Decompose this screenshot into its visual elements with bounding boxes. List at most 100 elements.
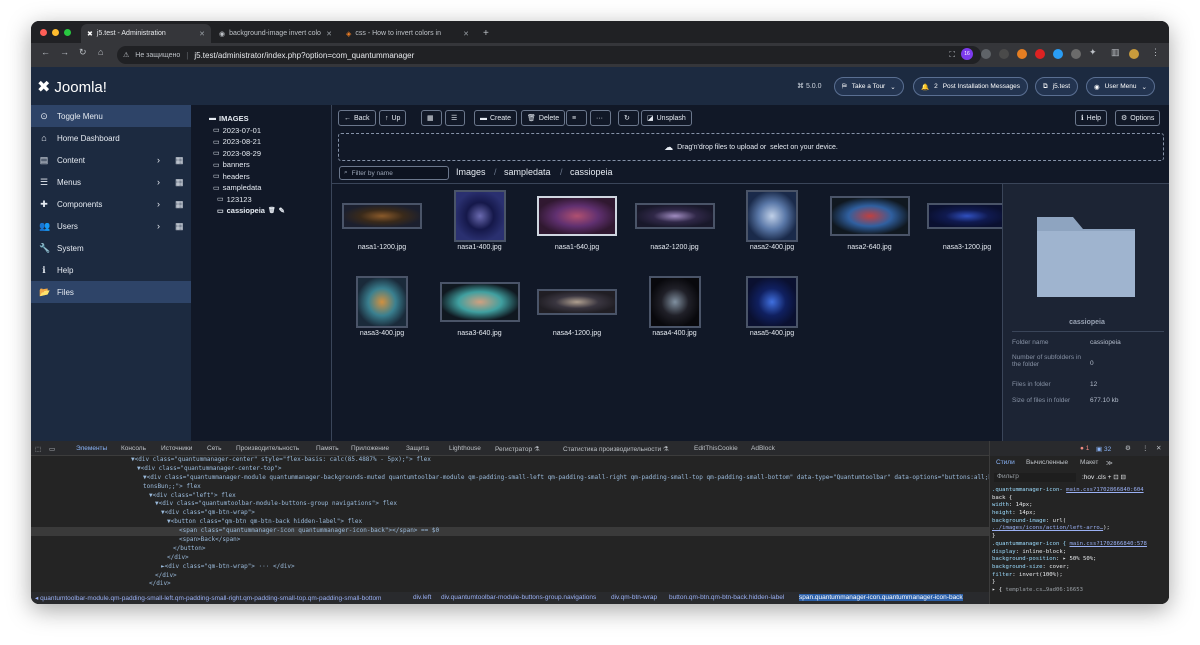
devtools-tab[interactable]: Регистратор ⚗ <box>495 445 540 453</box>
file-thumbnail[interactable]: nasa3-640.jpg <box>432 276 528 356</box>
inspect-icon[interactable]: ⬚ <box>35 445 41 453</box>
dom-crumb[interactable]: div.qm-btn-wrap <box>611 594 657 601</box>
adblock-icon[interactable] <box>1035 49 1045 59</box>
browser-tab-1[interactable]: ◉ background-image invert colo ✕ <box>213 24 338 43</box>
chevron-right-icon[interactable]: › <box>157 155 160 165</box>
profile-avatar[interactable] <box>1129 49 1139 59</box>
code-line[interactable]: ▼<div class="quantummanager-center-top"> <box>31 465 989 474</box>
devtools-tab[interactable]: Статистика производительности ⚗ <box>563 445 669 453</box>
tab-computed[interactable]: Вычисленные <box>1026 459 1068 466</box>
dashboard-grid-icon[interactable]: ▦ <box>175 155 184 166</box>
up-button[interactable]: ↑ Up <box>379 110 407 126</box>
security-label[interactable]: Не защищено <box>135 52 180 59</box>
refresh-button[interactable]: ↻ <box>618 110 639 126</box>
kebab-menu-icon[interactable]: ⋮ <box>1142 444 1149 452</box>
edit-pencil-icon[interactable]: ✎ <box>279 206 285 215</box>
tree-item[interactable]: ▭ headers <box>191 171 331 183</box>
close-tab-icon[interactable]: ✕ <box>463 30 469 38</box>
unsplash-button[interactable]: ◪ Unsplash <box>641 110 692 126</box>
tree-item[interactable]: ▭ 2023-08-21 <box>191 136 331 148</box>
code-line[interactable]: ▼<button class="qm-btn qm-btn-back hidde… <box>31 518 989 527</box>
delete-button[interactable]: 🗑 Delete <box>521 110 566 126</box>
file-thumbnail[interactable]: nasa2-1200.jpg <box>627 190 723 270</box>
list-view-button[interactable]: ☰ <box>445 110 465 126</box>
translate-icon[interactable]: ⛶ <box>949 50 955 60</box>
file-thumbnail[interactable]: nasa1-1200.jpg <box>334 190 430 270</box>
tree-item[interactable]: ▭ 2023-07-01 <box>191 125 331 137</box>
dom-crumb[interactable]: div.quantumtoolbar-module-buttons-group.… <box>441 594 596 601</box>
code-line[interactable]: </div> <box>31 580 989 589</box>
tree-item[interactable]: ▭ 123123 <box>191 194 331 206</box>
sidebar-item-menus[interactable]: ☰ Menus › ▦ <box>31 171 191 193</box>
back-nav-icon[interactable]: ← <box>41 47 50 57</box>
dom-crumb[interactable]: ◂ quantumtoolbar-module.qm-padding-small… <box>35 594 381 602</box>
close-window-button[interactable] <box>40 29 47 36</box>
devtools-tab[interactable]: AdBlock <box>751 445 775 452</box>
chevron-right-icon[interactable]: › <box>157 221 160 231</box>
code-line[interactable]: </button> <box>31 545 989 554</box>
url-bar[interactable]: ⚠ Не защищено | j5.test/administrator/in… <box>117 46 981 64</box>
devtools-tab[interactable]: Производительность <box>236 445 299 452</box>
grid-view-button[interactable]: ▦ <box>421 110 442 126</box>
device-toggle-icon[interactable]: ▭ <box>49 445 55 453</box>
error-icon[interactable]: ● 1 <box>1080 445 1089 452</box>
sidebar-item-users[interactable]: 👥 Users › ▦ <box>31 215 191 237</box>
new-tab-button[interactable]: + <box>477 24 495 43</box>
dom-crumb[interactable]: span.quantummanager-icon.quantummanager-… <box>799 594 963 601</box>
puzzle-icon[interactable]: ✦ <box>1089 47 1097 58</box>
warning-count-icon[interactable]: ▣ 32 <box>1096 445 1111 453</box>
devtools-tab[interactable]: Источники <box>161 445 192 452</box>
devtools-tab[interactable]: Сеть <box>207 445 221 452</box>
help-button[interactable]: ℹ Help <box>1075 110 1108 126</box>
devtools-tab[interactable]: Элементы <box>76 445 107 452</box>
code-line[interactable]: ▼<div class="qm-btn-wrap"> <box>31 509 989 518</box>
file-thumbnail[interactable]: nasa3-1200.jpg <box>919 190 1015 270</box>
elements-tree[interactable]: ▼<div class="quantummanager-center" styl… <box>31 456 989 592</box>
devtools-tab[interactable]: Защита <box>406 445 429 452</box>
code-line[interactable]: ▼<div class="quantummanager-module quant… <box>31 474 989 483</box>
filter-input[interactable]: ⌕ Filter by name <box>339 166 449 180</box>
sidebar-item-components[interactable]: ✚ Components › ▦ <box>31 193 191 215</box>
breadcrumb-images[interactable]: Images <box>456 167 486 177</box>
close-tab-icon[interactable]: ✕ <box>326 30 332 38</box>
upload-dropzone[interactable]: ☁ Drag'n'drop files to upload or select on… <box>338 133 1164 161</box>
trash-icon[interactable]: 🗑 <box>268 207 276 214</box>
code-line[interactable]: ►<div class="qm-btn-wrap"> ··· </div> <box>31 563 989 572</box>
browser-menu-icon[interactable]: ⋮ <box>1151 47 1160 58</box>
breadcrumb-sampledata[interactable]: sampledata <box>504 167 551 177</box>
sidebar-item-system[interactable]: 🔧 System <box>31 237 191 259</box>
user-menu-button[interactable]: ◉ User Menu ⌄ <box>1086 77 1155 96</box>
code-line[interactable]: tonsBun;;"> flex <box>31 483 989 492</box>
extension-icon[interactable] <box>1071 49 1081 59</box>
styles-tools[interactable]: :hov .cls + ⊡ ⊟ <box>1082 473 1126 481</box>
more-button[interactable]: ··· <box>590 110 611 126</box>
select-device-link[interactable]: select on your device. <box>770 144 838 151</box>
extension-badge-icon[interactable]: 16 <box>961 48 973 60</box>
reload-icon[interactable]: ↻ <box>79 47 87 58</box>
back-button[interactable]: ← Back <box>338 110 376 126</box>
chevron-right-icon[interactable]: › <box>157 199 160 209</box>
code-line[interactable]: <span>Back</span> <box>31 536 989 545</box>
minimize-window-button[interactable] <box>52 29 59 36</box>
extension-icon[interactable] <box>981 49 991 59</box>
devtools-tab[interactable]: Консоль <box>121 445 146 452</box>
code-line[interactable]: <span class="quantummanager-icon quantum… <box>31 527 989 537</box>
file-thumbnail[interactable]: nasa5-400.jpg <box>724 276 820 356</box>
home-icon[interactable]: ⌂ <box>98 47 103 57</box>
maximize-window-button[interactable] <box>64 29 71 36</box>
close-tab-icon[interactable]: ✕ <box>199 30 205 38</box>
tree-item[interactable]: ▭ 2023-08-29 <box>191 148 331 160</box>
breadcrumb-cassiopeia[interactable]: cassiopeia <box>570 167 613 177</box>
forward-nav-icon[interactable]: → <box>60 47 69 57</box>
tree-item[interactable]: ▭ banners <box>191 159 331 171</box>
close-devtools-icon[interactable]: ✕ <box>1156 444 1161 452</box>
joomla-logo[interactable]: ✖ Joomla! <box>37 77 107 97</box>
dom-crumb[interactable]: div.left <box>413 594 431 601</box>
file-thumbnail[interactable]: nasa1-640.jpg <box>529 190 625 270</box>
post-install-button[interactable]: 🔔 2 Post Installation Messages <box>913 77 1029 96</box>
sidebar-item-help[interactable]: ℹ Help <box>31 259 191 281</box>
sidepanel-icon[interactable]: ▥ <box>1111 47 1120 58</box>
file-thumbnail[interactable]: nasa2-400.jpg <box>724 190 820 270</box>
tab-more[interactable]: ≫ <box>1106 459 1113 467</box>
file-thumbnail[interactable]: nasa2-640.jpg <box>822 190 918 270</box>
